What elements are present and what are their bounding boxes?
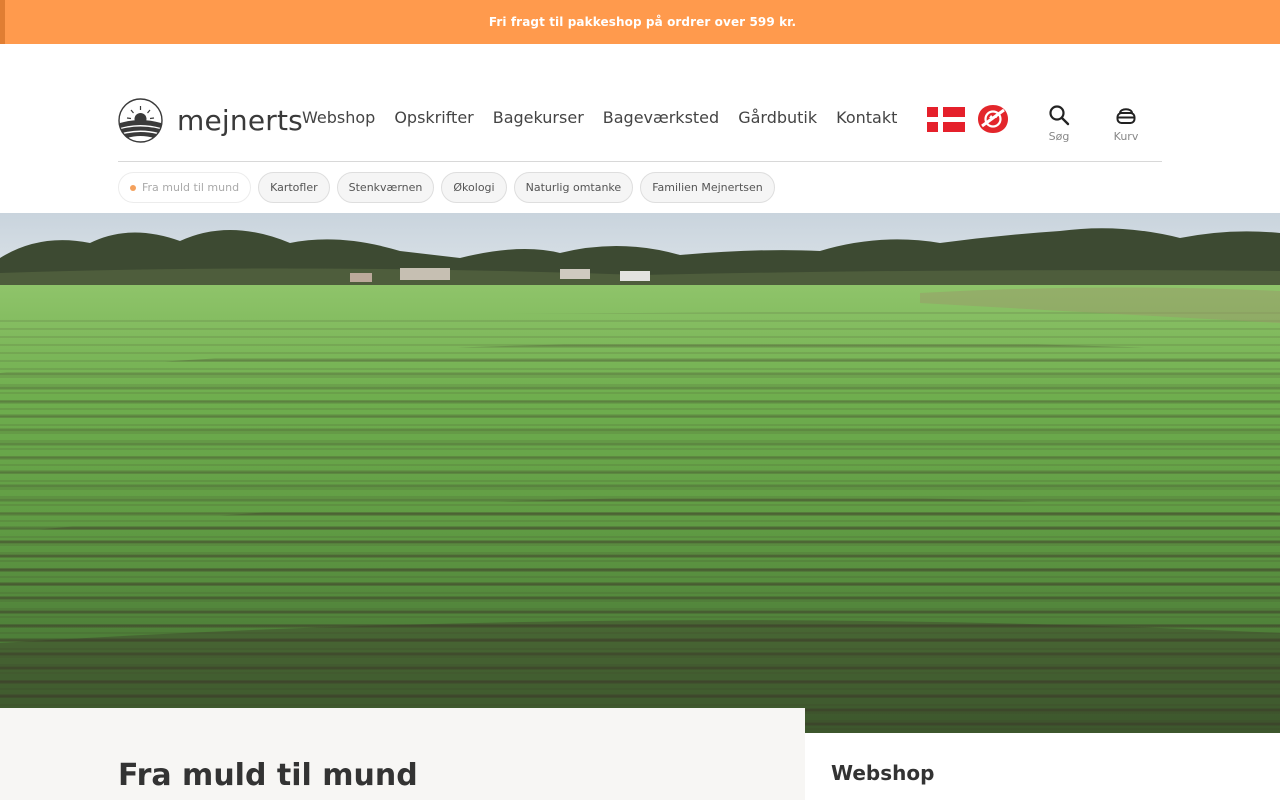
chip-oekologi[interactable]: Økologi bbox=[441, 172, 507, 203]
chip-familien-mejnertsen[interactable]: Familien Mejnertsen bbox=[640, 172, 775, 203]
nav-item-gaardbutik[interactable]: Gårdbutik bbox=[738, 108, 817, 127]
active-dot-icon bbox=[130, 184, 136, 191]
field-landscape-image bbox=[0, 213, 1280, 733]
logo-link[interactable]: mejnerts bbox=[118, 98, 303, 143]
search-button[interactable]: Søg bbox=[1034, 104, 1084, 143]
site-header: mejnerts Webshop Opskrifter Bagekurser B… bbox=[118, 88, 1162, 162]
nav-item-bagevaerksted[interactable]: Bageværksted bbox=[603, 108, 719, 127]
cart-icon bbox=[1116, 108, 1136, 124]
nav-item-webshop[interactable]: Webshop bbox=[302, 108, 375, 127]
search-label: Søg bbox=[1048, 130, 1070, 143]
sidebar-panel: Webshop bbox=[805, 733, 1280, 800]
danish-flag-icon bbox=[927, 107, 965, 132]
logo-mark-icon bbox=[118, 98, 163, 143]
subnav-chips: Fra muld til mund Kartofler Stenkværnen … bbox=[118, 172, 782, 203]
hero-image bbox=[0, 213, 1280, 733]
nav-item-bagekurser[interactable]: Bagekurser bbox=[493, 108, 584, 127]
chip-kartofler[interactable]: Kartofler bbox=[258, 172, 330, 203]
search-icon bbox=[1049, 105, 1070, 126]
sidebar-title: Webshop bbox=[831, 761, 935, 785]
chip-fra-muld-til-mund[interactable]: Fra muld til mund bbox=[118, 172, 252, 203]
chip-naturlig-omtanke[interactable]: Naturlig omtanke bbox=[513, 172, 634, 203]
cart-label: Kurv bbox=[1113, 130, 1139, 143]
organic-seal-icon bbox=[978, 105, 1008, 133]
content-intro: Fra muld til mund bbox=[0, 708, 805, 800]
chip-label: Fra muld til mund bbox=[142, 181, 240, 194]
promo-banner: Fri fragt til pakkeshop på ordrer over 5… bbox=[0, 0, 1280, 44]
chip-stenkvaernen[interactable]: Stenkværnen bbox=[336, 172, 435, 203]
logo-text: mejnerts bbox=[177, 104, 303, 137]
promo-text: Fri fragt til pakkeshop på ordrer over 5… bbox=[488, 15, 797, 29]
nav-item-kontakt[interactable]: Kontakt bbox=[836, 108, 897, 127]
main-nav: Webshop Opskrifter Bagekurser Bageværkst… bbox=[302, 108, 916, 127]
nav-item-opskrifter[interactable]: Opskrifter bbox=[394, 108, 473, 127]
cart-button[interactable]: Kurv bbox=[1101, 104, 1151, 143]
page-title: Fra muld til mund bbox=[118, 758, 418, 793]
